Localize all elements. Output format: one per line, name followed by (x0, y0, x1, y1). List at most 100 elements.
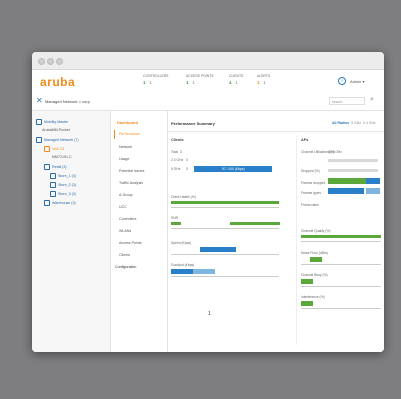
access-points-label: ACCESS POINTS (186, 74, 214, 78)
search-input[interactable]: search (329, 97, 365, 105)
band-5-bar[interactable]: 97 / 100 (Kbps) (194, 166, 272, 172)
menu-item-usage[interactable]: Usage (119, 157, 129, 161)
snr-bar-high[interactable] (230, 222, 280, 225)
menu-item-performance[interactable]: Performance (119, 132, 140, 136)
noise-floor-bar[interactable] (310, 257, 322, 262)
tab-5ghz[interactable]: 5 GHz (351, 121, 361, 125)
menu-item-wlans[interactable]: WLANs (119, 229, 131, 233)
controllers-stat[interactable]: CONTROLLERS 1 1 (143, 74, 183, 85)
goodput-footnote: 1 (208, 311, 211, 317)
goodput-label: Goodput (Kbps) (171, 263, 195, 267)
frame-rates-label: Frame rates (301, 203, 319, 207)
network-breadcrumb[interactable]: Managed Network > corp (45, 99, 90, 104)
menu-item-potential-issues[interactable]: Potential Issues (119, 169, 144, 173)
client-health-bar[interactable] (171, 201, 279, 204)
menu-item-a-group[interactable]: A-Group (119, 193, 133, 197)
tree-item-store-3[interactable]: Store_3 (3) (50, 191, 76, 197)
active-indicator (114, 130, 115, 139)
folder-icon (50, 191, 56, 197)
access-points-stat[interactable]: ACCESS POINTS 1 1 (186, 74, 226, 85)
menu-item-access-points[interactable]: Access Points (119, 241, 142, 245)
menu-item-configuration[interactable]: Configuration (115, 265, 136, 269)
axis (301, 241, 381, 242)
tree-item-aruba-pocket[interactable]: ArubaMM-Pocket (42, 128, 70, 132)
band-5-label: 5 GHz (171, 167, 181, 171)
total-label: Total (171, 150, 178, 154)
frames-dropped-bar-b[interactable] (366, 178, 380, 184)
menu-item-clients[interactable]: Clients (119, 253, 130, 257)
clients-status: 1 (235, 80, 238, 85)
channel-quality-bar[interactable] (301, 235, 381, 238)
axis (171, 276, 279, 277)
window-titlebar (32, 52, 384, 70)
goodput-bar-b[interactable] (193, 269, 215, 274)
alerts-stat[interactable]: ALERTS 1 1 (257, 74, 297, 85)
tree-item-warehouse[interactable]: Warehouse (3) (44, 200, 76, 206)
tree-item-managed-network[interactable]: Managed Network (7) (36, 137, 79, 143)
band-5-value: 3 (186, 167, 188, 171)
noise-floor-label: Noise Floor (dBm) (301, 251, 328, 255)
tab-all-radios[interactable]: All Radios (332, 121, 349, 125)
dropped-bar[interactable] (328, 169, 378, 172)
tree-item-store-2[interactable]: Store_2 (3) (50, 182, 76, 188)
interference-bar[interactable] (301, 301, 313, 306)
tree-item-retail[interactable]: Retail (3) (44, 164, 67, 170)
axis (301, 308, 381, 309)
dropped-label: Dropped (%) (301, 169, 320, 173)
channel-busy-bar[interactable] (301, 279, 313, 284)
search-icon[interactable]: ⌕ (370, 96, 374, 104)
menu-item-traffic-analysis[interactable]: Traffic Analysis (119, 181, 143, 185)
menu-item-ucc[interactable]: UCC (119, 205, 127, 209)
tab-24ghz[interactable]: 2.4 GHz (363, 121, 376, 125)
page-title: Performance Summary (171, 121, 215, 126)
alerts-value: 1 (257, 80, 260, 85)
column-divider (296, 135, 297, 345)
axis (301, 286, 381, 287)
performance-panel: Performance Summary All Radios 5 GHz 2.4… (168, 111, 384, 352)
dashboard-menu: Dashboard Performance Network Usage Pote… (111, 111, 168, 352)
channel-busy-label: Channel Busy (%) (301, 273, 328, 277)
aps-heading: APs (301, 138, 309, 142)
frames-dropped-bar[interactable] (328, 178, 366, 184)
controllers-value: 1 (143, 80, 146, 85)
axis (301, 264, 381, 265)
close-icon[interactable]: ✕ (36, 96, 43, 105)
snr-label: SNR (171, 216, 178, 220)
tree-item-mobility-master[interactable]: Mobility Master (36, 119, 68, 125)
controllers-label: CONTROLLERS (143, 74, 169, 78)
frames-types-bar[interactable] (328, 188, 364, 194)
maximize-window-icon[interactable] (56, 58, 63, 65)
speed-label: Speed (Kbps) (171, 241, 192, 245)
close-window-icon[interactable] (38, 58, 45, 65)
network-tree: Mobility Master ArubaMM-Pocket Managed N… (32, 111, 111, 352)
user-menu[interactable]: Admin ▾ (350, 79, 364, 84)
speed-bar[interactable] (200, 247, 236, 252)
network-navbar: ✕ Managed Network > corp search ⌕ (32, 94, 384, 111)
axis (171, 207, 279, 208)
snr-bar-low[interactable] (171, 222, 181, 225)
folder-icon (36, 119, 42, 125)
controllers-status: 1 (149, 80, 152, 85)
minimize-window-icon[interactable] (47, 58, 54, 65)
goodput-bar-a[interactable] (171, 269, 193, 274)
tree-item-mm[interactable]: MM72151-C (52, 155, 72, 159)
folder-icon (36, 137, 42, 143)
help-icon[interactable]: ? (338, 77, 346, 85)
menu-item-network[interactable]: Network (119, 145, 132, 149)
total-value: 3 (180, 150, 182, 154)
util-bar[interactable] (328, 159, 378, 162)
band-5-bar-label: 97 / 100 (Kbps) (222, 167, 245, 171)
tree-item-vmf[interactable]: Vmf-C3 (44, 146, 64, 152)
tree-item-store-1[interactable]: Store_1 (3) (50, 173, 76, 179)
top-header: aruba CONTROLLERS 1 1 ACCESS POINTS 1 1 … (32, 70, 384, 95)
frames-types-bar-b[interactable] (366, 188, 380, 194)
aruba-logo: aruba (40, 75, 76, 89)
menu-dashboard[interactable]: Dashboard (117, 120, 138, 125)
axis (171, 254, 279, 255)
interference-label: Interference (%) (301, 295, 325, 299)
browser-window: aruba CONTROLLERS 1 1 ACCESS POINTS 1 1 … (32, 52, 384, 352)
access-points-status: 1 (192, 80, 195, 85)
channel-util-value: All 5 GHz (328, 150, 342, 154)
menu-item-controllers[interactable]: Controllers (119, 217, 136, 221)
axis (171, 228, 279, 229)
